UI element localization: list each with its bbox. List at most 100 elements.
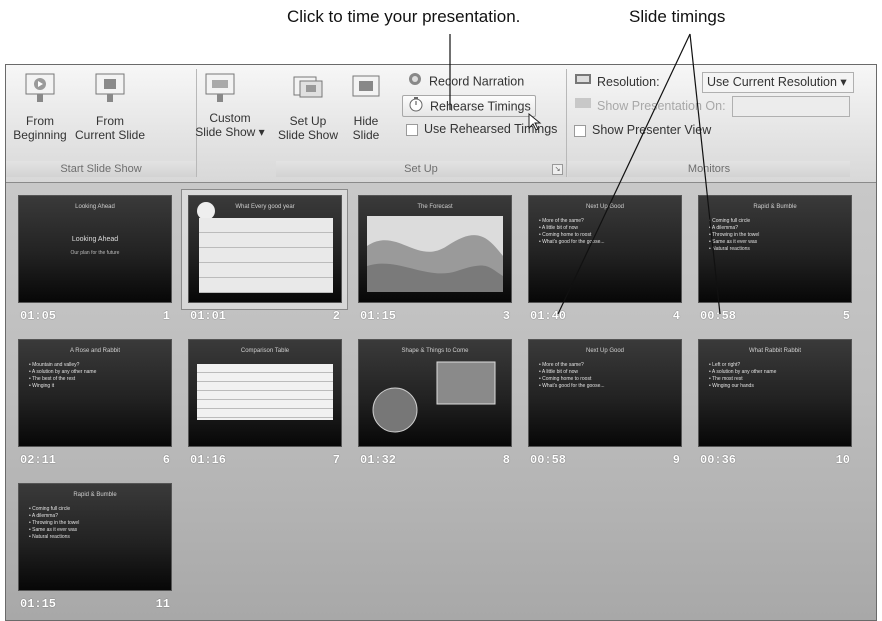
slide-bullet: • More of the same? bbox=[539, 362, 584, 368]
projector-screen-icon bbox=[25, 73, 55, 102]
slide-bullet-text: Same as it ever was bbox=[712, 239, 758, 245]
slide-bullet-text: Coming home to roost bbox=[542, 232, 592, 238]
custom-slide-show-label[interactable]: Custom Slide Show ▾ bbox=[192, 71, 268, 139]
stopwatch-icon bbox=[407, 96, 425, 118]
slide-thumbnail[interactable]: A Rose and Rabbit • Mountain and valley? •… bbox=[18, 339, 172, 481]
group-monitors: Resolution: Use Current Resolution ▾ Sho… bbox=[568, 69, 854, 177]
slide-number: 3 bbox=[502, 309, 510, 323]
from-current-slide-button[interactable]: From Current Slide bbox=[70, 71, 150, 142]
slide-meta: 02:11 6 bbox=[18, 453, 172, 467]
slide-number: 1 bbox=[162, 309, 170, 323]
callout-slide-timings: Slide timings bbox=[629, 7, 726, 26]
slide-bullet: • The best of the rest bbox=[29, 376, 76, 382]
slide-title: Comparison Table bbox=[240, 348, 290, 354]
slide-title: What Rabbit Rabbit bbox=[748, 348, 802, 354]
slide-bullet: • What's good for the goose... bbox=[539, 383, 605, 389]
slide-show-ribbon: From Beginning From Current Slide Start … bbox=[6, 65, 876, 183]
slide-thumbnail[interactable]: The Forecast 01:15 3 bbox=[358, 195, 512, 337]
slide-bullet: • More of the same? bbox=[539, 218, 584, 224]
powerpoint-window: From Beginning From Current Slide Start … bbox=[5, 64, 877, 621]
slide-bullet-text: Mountain and valley? bbox=[32, 362, 80, 368]
slide-timing: 01:40 bbox=[530, 309, 567, 323]
slide-thumbnail[interactable]: What Rabbit Rabbit • Left or right? • A so… bbox=[698, 339, 852, 481]
slide-bullets: • Mountain and valley? • A solution by an… bbox=[29, 362, 96, 390]
slide-timing: 01:01 bbox=[190, 309, 227, 323]
slide-thumbnail[interactable]: Comparison Table 01:16 7 bbox=[188, 339, 342, 481]
setup-show-icon bbox=[293, 76, 323, 98]
checkbox-icon bbox=[406, 123, 418, 136]
slide-bullet: • What's good for the goose... bbox=[539, 239, 605, 245]
slide-bullet-text: Winging our hands bbox=[712, 383, 754, 389]
slide-bullet-text: Natural reactions bbox=[712, 246, 750, 252]
slide-timing: 01:32 bbox=[360, 453, 397, 467]
from-beginning-button[interactable]: From Beginning bbox=[12, 71, 68, 142]
slide-meta: 00:58 5 bbox=[698, 309, 852, 323]
slide-bullet-text: What's good for the goose... bbox=[542, 239, 605, 245]
set-up-slide-show-button[interactable]: Set Up Slide Show bbox=[276, 71, 340, 142]
slide-timing: 00:36 bbox=[700, 453, 737, 467]
custom-label-2: Slide Show ▾ bbox=[195, 125, 265, 139]
slide-preview: Rapid & Bumble • Coming full circle • A di… bbox=[18, 483, 172, 591]
slide-bullet: • A solution by any other name bbox=[29, 369, 97, 375]
slide-thumbnail[interactable]: Next Up Good • More of the same? • A littl… bbox=[528, 339, 682, 481]
slide-preview: Comparison Table bbox=[188, 339, 342, 447]
shapes-graphic bbox=[372, 361, 496, 433]
slide-bullet: • Natural reactions bbox=[29, 534, 70, 540]
slide-timing: 01:15 bbox=[360, 309, 397, 323]
slide-bullet-text: A dilemma? bbox=[31, 513, 58, 519]
slide-bullet: • Same as it ever was bbox=[709, 239, 758, 245]
slide-thumbnail[interactable]: Rapid & Bumble • Coming full circle • A di… bbox=[698, 195, 852, 337]
dialog-launcher-icon[interactable]: ↘ bbox=[552, 164, 563, 175]
slide-bullet: • Throwing in the towel bbox=[29, 520, 80, 526]
slide-bullet-text: What's good for the goose... bbox=[542, 383, 605, 389]
slide-bullet-text: Coming home to roost bbox=[542, 376, 592, 382]
slide-bullet-text: A solution by any other name bbox=[711, 369, 777, 375]
slide-bullet-text: The most rest bbox=[712, 376, 743, 382]
slide-number: 7 bbox=[332, 453, 340, 467]
slide-preview: What Every good year bbox=[188, 195, 342, 303]
resolution-dropdown[interactable]: Use Current Resolution ▾ bbox=[702, 72, 854, 93]
slide-bullets: • Coming full circle • A dilemma? • Throwi… bbox=[29, 506, 79, 541]
slide-thumbnail[interactable]: What Every good year 01:01 2 bbox=[181, 189, 348, 337]
from-current-label-2: Current Slide bbox=[74, 128, 146, 142]
slide-title: Next Up Good bbox=[585, 348, 625, 354]
resolution-label-text: Resolution: bbox=[597, 75, 660, 89]
slide-bullet-text: More of the same? bbox=[542, 218, 584, 224]
slide-bullet-text: A little bit of now bbox=[541, 225, 579, 231]
group-set-up: Set Up Slide Show Hide Slide Record Narr… bbox=[276, 69, 567, 177]
slide-bullet-text: A little bit of now bbox=[541, 369, 579, 375]
slide-timing: 00:58 bbox=[530, 453, 567, 467]
slide-preview: The Forecast bbox=[358, 195, 512, 303]
slide-timing: 01:05 bbox=[20, 309, 57, 323]
slide-thumbnail[interactable]: Looking Ahead Looking Ahead Our plan for t… bbox=[18, 195, 172, 337]
show-presentation-on-text: Show Presentation On: bbox=[597, 99, 726, 113]
slide-meta: 01:40 4 bbox=[528, 309, 682, 323]
slide-bullet: • A little bit of now bbox=[539, 369, 579, 375]
slide-thumbnail[interactable]: Next Up Good • More of the same? • A littl… bbox=[528, 195, 682, 337]
slide-meta: 01:32 8 bbox=[358, 453, 512, 467]
show-presentation-on-dropdown[interactable] bbox=[732, 96, 850, 117]
slide-bullet: • A dilemma? bbox=[29, 513, 58, 519]
monitor-icon bbox=[574, 97, 592, 117]
show-presenter-view-checkbox[interactable]: Show Presenter View bbox=[574, 120, 711, 140]
slide-bullets: • More of the same? • A little bit of now… bbox=[539, 218, 605, 246]
slide-bullets: • Left or right? • A solution by any othe… bbox=[709, 362, 776, 390]
callout-rehearse-timings: Click to time your presentation. bbox=[287, 7, 521, 26]
checkbox-icon bbox=[574, 124, 586, 137]
slide-title: Rapid & Bumble bbox=[753, 204, 797, 210]
slide-bullet: • Coming full circle bbox=[29, 506, 71, 512]
slide-bullet: • Winging our hands bbox=[709, 383, 754, 389]
slide-number: 6 bbox=[162, 453, 170, 467]
hide-slide-button[interactable]: Hide Slide bbox=[344, 71, 388, 142]
slide-bullet: • Natural reactions bbox=[709, 246, 750, 252]
slide-meta: 00:36 10 bbox=[698, 453, 852, 467]
rehearse-timings-button[interactable]: Rehearse Timings bbox=[402, 95, 536, 117]
table-graphic bbox=[199, 218, 333, 293]
from-current-label-1: From bbox=[96, 114, 124, 128]
resolution-value: Use Current Resolution bbox=[707, 75, 837, 89]
slide-bullet-text: Left or right? bbox=[712, 362, 741, 368]
slide-bullet: • A dilemma? bbox=[709, 225, 738, 231]
record-narration-button[interactable]: Record Narration bbox=[406, 71, 524, 91]
slide-thumbnail[interactable]: Shape & Things to Come 01:32 8 bbox=[358, 339, 512, 481]
slide-thumbnail[interactable]: Rapid & Bumble • Coming full circle • A di… bbox=[18, 483, 172, 620]
